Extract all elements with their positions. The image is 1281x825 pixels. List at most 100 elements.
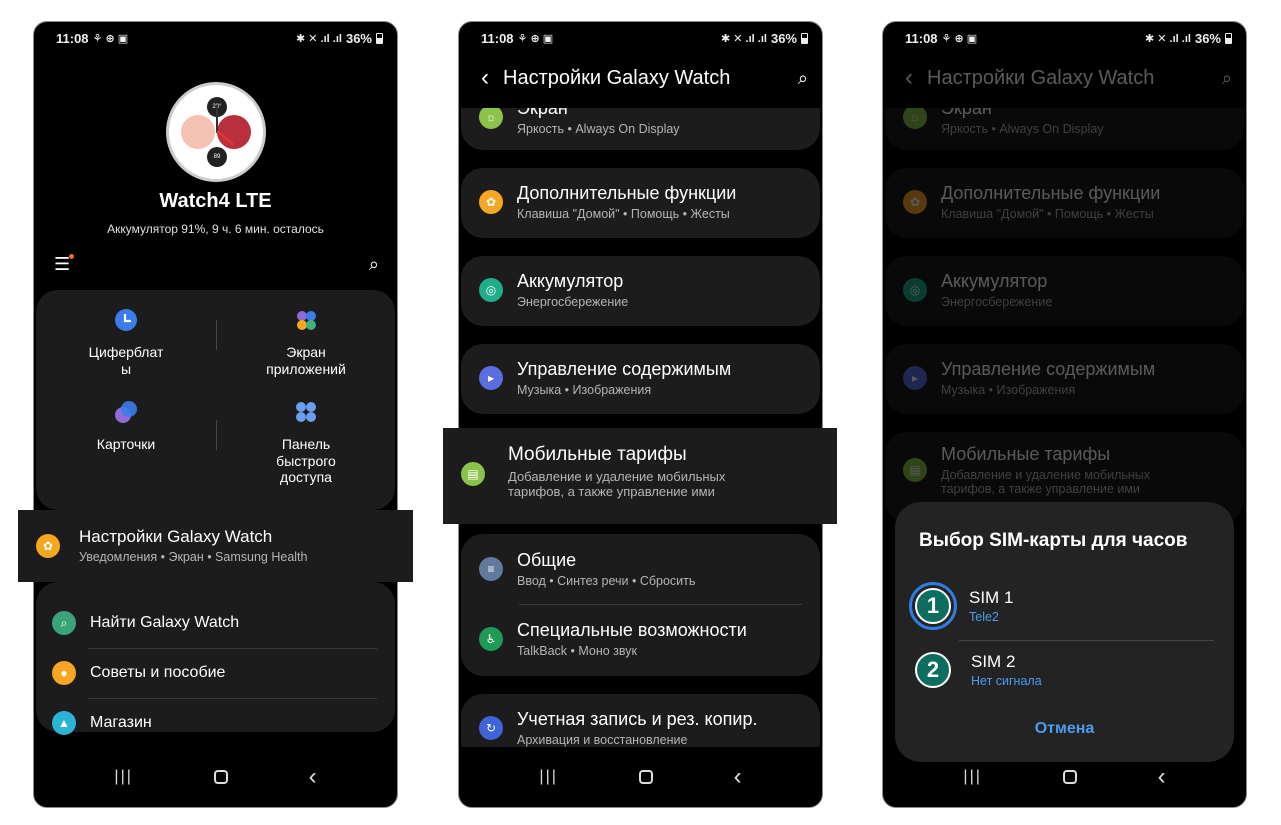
settings-item-screen[interactable]: ☼ Экран Яркость • Always On Display [461, 108, 820, 150]
mobile-plans-row[interactable]: ▤ Мобильные тарифы Добавление и удаление… [443, 428, 837, 524]
settings-item-general[interactable]: ≡ Общие Ввод • Синтез речи • Сбросить [479, 550, 802, 588]
navigation-bar: ||| ‹ [459, 747, 822, 807]
page-title: Настройки Galaxy Watch [503, 66, 731, 89]
navigation-bar: ||| ‹ [883, 747, 1246, 807]
back-arrow-icon[interactable]: ‹ [481, 64, 489, 92]
sim-option-2[interactable]: 2 SIM 2 Нет сигнала [915, 652, 1214, 688]
item-subtitle: Клавиша "Домой" • Помощь • Жесты [517, 207, 730, 221]
settings-item-content: ▸ Управление содержимым Музыка • Изображе… [885, 344, 1244, 414]
settings-item-advanced: ✿ Дополнительные функции Клавиша "Домой" … [885, 168, 1244, 238]
battery-icon [801, 32, 808, 44]
back-button[interactable]: ‹ [1158, 763, 1166, 791]
sim-card-icon: ▤ [461, 462, 485, 486]
folder-icon: ▸ [903, 366, 927, 390]
item-title: Аккумулятор [517, 271, 624, 291]
settings-galaxy-watch-row[interactable]: ✿ Настройки Galaxy Watch Уведомления • Э… [18, 510, 413, 582]
accessibility-icon: ♿ [479, 627, 503, 651]
menu-icon[interactable]: ☰ [54, 254, 75, 275]
notification-icons: ⚘ ⊕ ▣ [92, 32, 129, 45]
settings-item-battery[interactable]: ◎ Аккумулятор Энергосбережение [461, 256, 820, 326]
item-subtitle: Ввод • Синтез речи • Сбросить [517, 574, 696, 588]
page-title: Настройки Galaxy Watch [927, 66, 1155, 89]
watch-face-image[interactable]: 23° 89 [166, 82, 266, 182]
sim-carrier: Нет сигнала [971, 674, 1042, 688]
quick-apps-screen[interactable]: Экран приложений [226, 308, 386, 377]
search-icon[interactable]: ⌕ [369, 254, 379, 275]
item-title: Экран [517, 108, 568, 118]
battery-settings-icon: ◎ [903, 278, 927, 302]
sim-option-1[interactable]: 1 SIM 1 Tele2 [909, 582, 1214, 630]
search-icon: ⌕ [1221, 67, 1232, 88]
item-subtitle: Клавиша "Домой" • Помощь • Жесты [941, 207, 1154, 221]
item-subtitle: Энергосбережение [517, 295, 629, 309]
item-title: Аккумулятор [941, 271, 1048, 291]
settings-item-advanced[interactable]: ✿ Дополнительные функции Клавиша "Домой" … [461, 168, 820, 238]
quick-quick-panel[interactable]: Панель быстрого доступа [226, 400, 386, 486]
device-name: Watch4 LTE [159, 190, 272, 212]
find-watch-icon: ⌕ [52, 611, 76, 635]
list-label: Найти Galaxy Watch [90, 614, 240, 631]
list-item-find-watch[interactable]: ⌕ Найти Galaxy Watch [52, 598, 377, 648]
header: ‹ Настройки Galaxy Watch ⌕ [883, 60, 1246, 96]
settings-item-account[interactable]: ↻ Учетная запись и рез. копир. Архивация … [461, 694, 820, 747]
notification-icons: ⚘ ⊕ ▣ [517, 32, 554, 45]
sim-card-icon: ▤ [903, 458, 927, 482]
watch-hand-hour [216, 105, 218, 133]
apps-screen-icon [297, 311, 316, 330]
notification-icons: ⚘ ⊕ ▣ [941, 32, 978, 45]
list-item-tips[interactable]: ● Советы и пособие [52, 648, 377, 698]
row-subtitle: Уведомления • Экран • Samsung Health [79, 550, 308, 564]
battery-percent: 36% [345, 30, 372, 46]
item-subtitle: Энергосбережение [941, 295, 1053, 309]
status-bar: 11:08 ⚘ ⊕ ▣ ✱ ✕ .ıl .ıl 36% [459, 22, 822, 54]
quick-label: Экран приложений [266, 343, 346, 377]
settings-item-accessibility[interactable]: ♿ Специальные возможности TalkBack • Моно… [479, 620, 802, 658]
recent-apps-button[interactable]: ||| [114, 768, 132, 786]
item-subtitle-line2: тарифов, а также управление ими [941, 482, 1140, 496]
item-title: Учетная запись и рез. копир. [517, 709, 758, 729]
home-button[interactable] [213, 770, 228, 784]
status-time: 11:08 [905, 30, 938, 46]
item-subtitle-line1: Добавление и удаление мобильных [941, 468, 1151, 482]
back-arrow-icon: ‹ [905, 64, 913, 91]
watch-faces-icon [115, 309, 137, 331]
status-bar: 11:08 ⚘ ⊕ ▣ ✱ ✕ .ıl .ıl 36% [34, 22, 397, 54]
list-label: Магазин [90, 714, 152, 731]
item-title: Специальные возможности [517, 620, 747, 640]
sim-selection-dialog: Выбор SIM-карты для часов 1 SIM 1 Tele2 … [895, 502, 1234, 762]
advanced-gear-icon: ✿ [479, 190, 503, 214]
quick-watch-faces[interactable]: Циферблат ы [46, 308, 206, 377]
battery-info: Аккумулятор 91%, 9 ч. 6 мин. осталось [107, 222, 324, 236]
list-item-store[interactable]: ▲ Магазин [52, 698, 377, 748]
status-time: 11:08 [481, 30, 514, 46]
item-title: Дополнительные функции [941, 183, 1161, 203]
item-subtitle: Яркость • Always On Display [941, 122, 1104, 136]
row-subtitle-line1: Добавление и удаление мобильных [508, 469, 726, 484]
cancel-button[interactable]: Отмена [895, 720, 1234, 738]
quick-label: Циферблат ы [88, 343, 164, 377]
settings-gear-icon: ✿ [36, 534, 60, 558]
search-icon[interactable]: ⌕ [798, 68, 808, 89]
settings-group-general: ≡ Общие Ввод • Синтез речи • Сбросить ♿ С… [461, 534, 820, 676]
quick-actions-card: Циферблат ы Экран приложений Карточки Па… [36, 290, 395, 510]
home-button[interactable] [1062, 770, 1077, 784]
quick-label: Карточки [96, 435, 156, 452]
menu-list-card: ⌕ Найти Galaxy Watch ● Советы и пособие … [36, 582, 395, 735]
item-subtitle: TalkBack • Моно звук [517, 644, 637, 658]
quick-tiles[interactable]: Карточки [46, 400, 206, 453]
sync-icon: ↻ [479, 716, 503, 740]
recent-apps-button[interactable]: ||| [963, 768, 981, 786]
item-title: Общие [517, 550, 577, 570]
recent-apps-button[interactable]: ||| [539, 768, 557, 786]
advanced-gear-icon: ✿ [903, 190, 927, 214]
settings-item-content[interactable]: ▸ Управление содержимым Музыка • Изображе… [461, 344, 820, 414]
back-button[interactable]: ‹ [309, 763, 317, 791]
back-button[interactable]: ‹ [734, 763, 742, 791]
home-button[interactable] [638, 770, 653, 784]
settings-item-battery: ◎ Аккумулятор Энергосбережение [885, 256, 1244, 326]
watch-face-heart: 89 [207, 147, 227, 167]
sim-2-badge-icon: 2 [915, 652, 951, 688]
divider [959, 640, 1214, 641]
list-label: Советы и пособие [90, 664, 226, 681]
brightness-icon: ☼ [903, 108, 927, 129]
